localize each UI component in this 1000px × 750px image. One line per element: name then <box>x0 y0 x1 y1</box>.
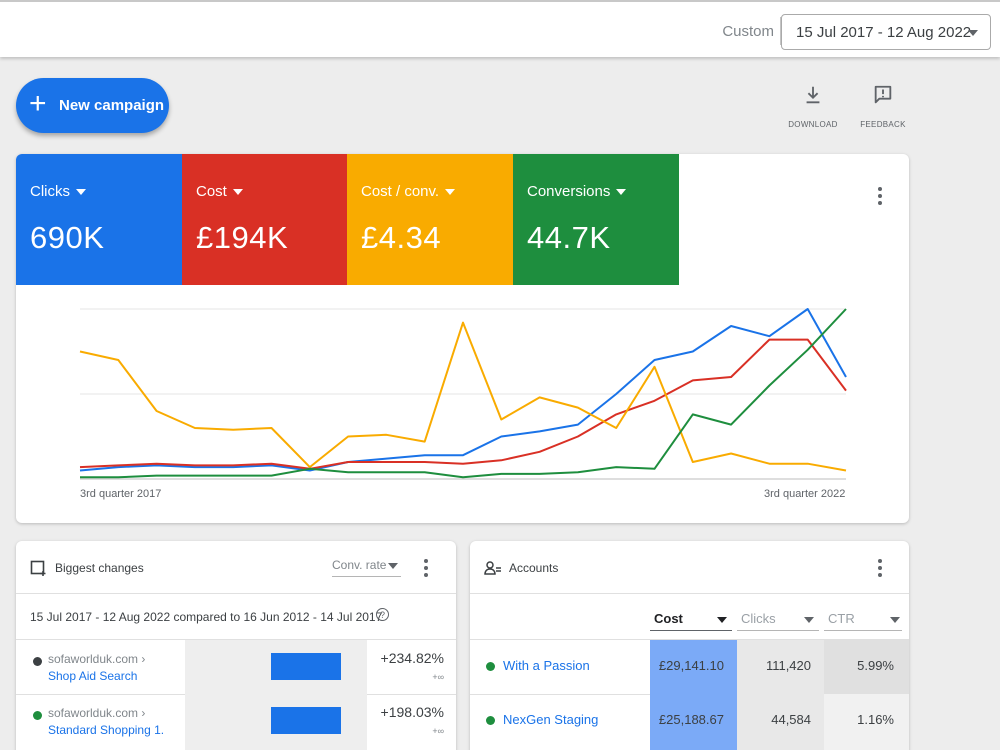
column-header-label: Clicks <box>741 611 776 626</box>
column-header-label: CTR <box>828 611 855 626</box>
accounts-icon <box>484 561 501 575</box>
chevron-down-icon <box>717 617 727 623</box>
divider <box>16 694 185 695</box>
metric-value: 44.7K <box>527 220 611 255</box>
metric-label: Clicks <box>30 183 86 200</box>
top-bar: Custom 15 Jul 2017 - 12 Aug 2022 <box>0 0 1000 57</box>
metric-value: £194K <box>196 220 289 255</box>
metric-clicks[interactable]: Clicks 690K <box>16 154 182 285</box>
status-dot <box>33 711 42 720</box>
new-campaign-button[interactable]: + New campaign <box>16 78 169 133</box>
row-site: sofaworlduk.com › <box>48 706 146 720</box>
cost-cell: £25,188.67 <box>658 712 724 727</box>
divider <box>16 593 456 594</box>
chevron-down-icon <box>890 617 900 623</box>
feedback-button[interactable]: FEEDBACK <box>853 84 913 129</box>
changes-icon <box>30 560 46 576</box>
metric-value: 690K <box>30 220 105 255</box>
biggest-changes-card: Biggest changes Conv. rate 15 Jul 2017 -… <box>16 541 456 750</box>
metric-label: Cost / conv. <box>361 183 456 200</box>
more-options-icon[interactable] <box>877 187 883 208</box>
series-line-clicks <box>79 308 847 472</box>
divider <box>470 694 650 695</box>
account-link[interactable]: With a Passion <box>503 658 590 673</box>
change-percent: +234.82% <box>380 650 444 666</box>
column-header-label: Cost <box>654 611 683 626</box>
help-icon[interactable]: ? <box>376 608 389 621</box>
metric-value: £4.34 <box>361 220 442 255</box>
cost-column-fill <box>650 640 737 750</box>
feedback-label: FEEDBACK <box>860 120 906 129</box>
feedback-icon <box>874 85 892 104</box>
clicks-cell: 111,420 <box>765 658 811 673</box>
divider <box>367 694 456 695</box>
date-range-value: 15 Jul 2017 - 12 Aug 2022 <box>796 24 972 41</box>
campaign-link[interactable]: Standard Shopping 1. <box>48 723 164 737</box>
clicks-column-fill <box>737 640 824 750</box>
more-options-icon[interactable] <box>423 559 429 580</box>
change-delta: +∞ <box>432 672 444 682</box>
panel-title: Accounts <box>509 561 559 575</box>
series-line-cost <box>79 338 847 470</box>
underline <box>650 630 732 631</box>
date-range-selector[interactable]: 15 Jul 2017 - 12 Aug 2022 <box>781 14 991 50</box>
comparison-text: 15 Jul 2017 - 12 Aug 2022 compared to 16… <box>30 610 383 624</box>
download-icon <box>806 86 820 104</box>
row-site: sofaworlduk.com › <box>48 652 146 666</box>
date-range-type-label: Custom <box>722 23 774 40</box>
metric-cost[interactable]: Cost £194K <box>182 154 348 285</box>
metric-cost-per-conv[interactable]: Cost / conv. £4.34 <box>347 154 513 285</box>
x-axis-start-label: 3rd quarter 2017 <box>80 488 162 500</box>
dropdown-icon <box>616 189 627 196</box>
clicks-cell: 44,584 <box>771 712 811 727</box>
dropdown-icon <box>445 189 456 196</box>
metric-label: Conversions <box>527 183 627 200</box>
series-line-conversions <box>80 308 847 479</box>
accounts-card: Accounts Cost Clicks CTR With a Passion … <box>470 541 909 750</box>
x-axis-end-label: 3rd quarter 2022 <box>764 488 846 500</box>
metric-conversions[interactable]: Conversions 44.7K <box>513 154 679 285</box>
campaign-link[interactable]: Shop Aid Search <box>48 669 137 683</box>
panel-title: Biggest changes <box>55 561 144 575</box>
overview-card: Clicks 690K Cost £194K Cost / conv. £4.3… <box>16 154 909 523</box>
more-options-icon[interactable] <box>877 559 883 580</box>
ctr-cell: 1.16% <box>857 712 894 727</box>
new-campaign-label: New campaign <box>59 97 165 114</box>
chevron-down-icon <box>968 30 978 36</box>
ctr-cell: 5.99% <box>857 658 894 673</box>
download-label: DOWNLOAD <box>788 120 838 129</box>
underline <box>824 630 902 631</box>
status-dot <box>486 716 495 725</box>
underline <box>737 630 819 631</box>
chevron-down-icon <box>804 617 814 623</box>
series-line-cost-conv- <box>79 321 847 472</box>
plus-icon: + <box>29 87 47 120</box>
dropdown-icon <box>76 189 86 196</box>
download-button[interactable]: DOWNLOAD <box>783 84 843 129</box>
status-dot <box>486 662 495 671</box>
change-bar <box>271 707 341 734</box>
status-dot <box>33 657 42 666</box>
metric-label: Cost <box>196 183 243 200</box>
metric-select-value: Conv. rate <box>332 558 387 572</box>
change-bar <box>271 653 341 680</box>
dropdown-icon <box>232 189 243 196</box>
chevron-down-icon <box>388 563 398 569</box>
account-link[interactable]: NexGen Staging <box>503 712 598 727</box>
divider <box>470 593 909 594</box>
change-delta: +∞ <box>432 726 444 736</box>
metric-select[interactable]: Conv. rate <box>332 558 401 577</box>
change-percent: +198.03% <box>380 704 444 720</box>
cost-cell: £29,141.10 <box>658 658 724 673</box>
